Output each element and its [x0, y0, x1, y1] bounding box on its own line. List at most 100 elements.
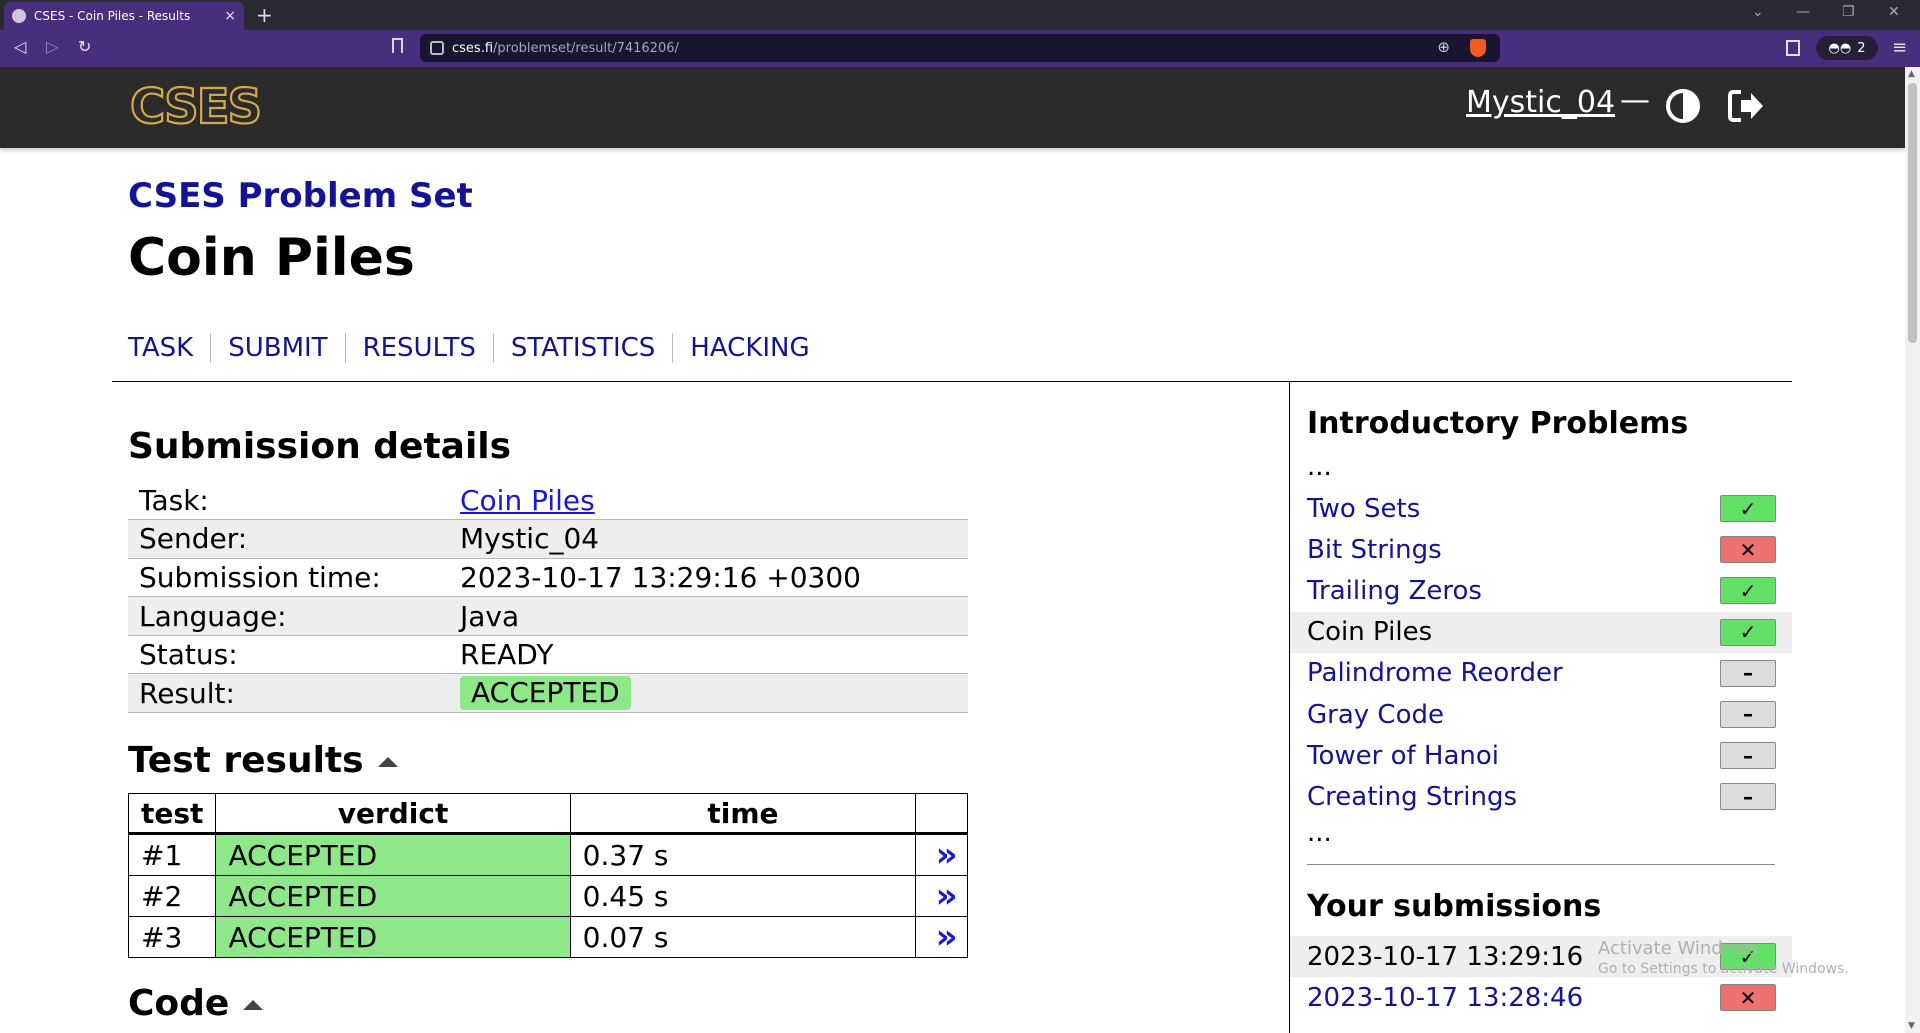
- menu-icon[interactable]: ≡: [1892, 37, 1907, 58]
- tab-task[interactable]: TASK: [128, 333, 193, 363]
- dash-icon: –: [1720, 783, 1776, 811]
- submission-item[interactable]: 2023-10-17 13:28:46 ✕: [1290, 977, 1792, 1018]
- tab-hacking[interactable]: HACKING: [690, 333, 809, 363]
- scroll-up-icon[interactable]: ▲: [1908, 69, 1915, 79]
- site-header: CSES Mystic_04 —: [0, 67, 1905, 148]
- test-results-heading[interactable]: Test results: [128, 740, 398, 781]
- problem-link[interactable]: Creating Strings: [1307, 782, 1517, 812]
- cross-icon: ✕: [1720, 536, 1776, 564]
- submission-details-heading: Submission details: [128, 426, 512, 467]
- address-bar[interactable]: cses.fi/problemset/result/7416206/ ⊕: [420, 34, 1500, 62]
- problem-item[interactable]: Bit Strings ✕: [1290, 529, 1792, 570]
- details-row-task: Task: Coin Piles: [128, 481, 968, 521]
- problem-item[interactable]: Two Sets ✓: [1290, 488, 1792, 529]
- details-key: Sender:: [128, 519, 449, 559]
- tab-submit[interactable]: SUBMIT: [228, 333, 327, 363]
- chevron-down-icon[interactable]: ⌄: [1752, 4, 1764, 20]
- details-key: Task:: [128, 481, 449, 521]
- dash-icon: –: [1720, 659, 1776, 687]
- result-badge: ACCEPTED: [460, 676, 631, 711]
- browser-tab[interactable]: CSES - Coin Piles - Results ×: [4, 2, 244, 30]
- page-scrollbar[interactable]: ▲ ▼: [1905, 67, 1920, 1033]
- code-heading-text: Code: [128, 983, 230, 1024]
- url-host: cses.fi: [452, 40, 494, 56]
- close-tab-icon[interactable]: ×: [224, 8, 236, 24]
- browser-toolbar: ◁ ▷ ↻ cses.fi/problemset/result/7416206/…: [0, 30, 1920, 67]
- problem-link[interactable]: Bit Strings: [1307, 535, 1442, 565]
- tab-results[interactable]: RESULTS: [363, 333, 476, 363]
- problem-item[interactable]: Tower of Hanoi –: [1290, 735, 1792, 776]
- restore-icon[interactable]: ❐: [1842, 4, 1855, 20]
- forward-icon[interactable]: ▷: [46, 37, 58, 56]
- sidebar-toggle-icon[interactable]: [1786, 40, 1800, 56]
- problem-item[interactable]: Trailing Zeros ✓: [1290, 570, 1792, 611]
- tab-title: CSES - Coin Piles - Results: [34, 9, 191, 23]
- tab-statistics[interactable]: STATISTICS: [511, 333, 655, 363]
- problem-link[interactable]: Palindrome Reorder: [1307, 658, 1563, 688]
- test-row: #1 ACCEPTED 0.37 s »: [127, 833, 968, 876]
- test-number: #3: [127, 916, 217, 958]
- check-icon: ✓: [1720, 618, 1776, 646]
- tab-separator: [344, 333, 346, 363]
- details-value: Mystic_04: [449, 519, 968, 559]
- tab-separator: [492, 333, 494, 363]
- collapse-caret-icon[interactable]: [243, 1000, 264, 1010]
- site-info-icon[interactable]: [430, 41, 444, 55]
- collapse-caret-icon[interactable]: [377, 757, 398, 767]
- view-test-icon[interactable]: »: [936, 835, 958, 875]
- minimize-icon[interactable]: —: [1796, 4, 1810, 20]
- header-dash: —: [1620, 83, 1650, 118]
- problem-link[interactable]: Tower of Hanoi: [1307, 741, 1499, 771]
- your-submissions-title: Your submissions: [1307, 889, 1602, 924]
- details-row-language: Language: Java: [128, 596, 968, 636]
- test-row: #2 ACCEPTED 0.45 s »: [127, 875, 968, 917]
- problem-link[interactable]: Trailing Zeros: [1307, 576, 1482, 606]
- problem-link[interactable]: Gray Code: [1307, 700, 1444, 730]
- glasses-icon: ◓◓: [1828, 40, 1852, 56]
- new-tab-button[interactable]: +: [256, 3, 273, 27]
- page-subtitle[interactable]: CSES Problem Set: [128, 176, 473, 216]
- check-icon: ✓: [1720, 495, 1776, 522]
- theme-toggle-icon[interactable]: [1665, 88, 1701, 124]
- sidebar-section-title: Introductory Problems: [1307, 406, 1689, 441]
- dash-icon: –: [1720, 700, 1776, 728]
- test-row: #3 ACCEPTED 0.07 s »: [127, 916, 968, 958]
- test-time: 0.45 s: [569, 875, 917, 917]
- back-icon[interactable]: ◁: [14, 37, 26, 56]
- zoom-icon[interactable]: ⊕: [1437, 38, 1450, 56]
- task-link[interactable]: Coin Piles: [460, 484, 595, 517]
- test-verdict: ACCEPTED: [215, 833, 571, 876]
- problem-item[interactable]: Gray Code –: [1290, 694, 1792, 735]
- details-value: 2023-10-17 13:29:16 +0300: [449, 558, 968, 598]
- sidebar-separator: [1307, 864, 1775, 865]
- bookmark-icon[interactable]: [392, 38, 403, 53]
- view-test-cell: »: [915, 833, 968, 876]
- scroll-down-icon[interactable]: ▼: [1908, 1021, 1915, 1031]
- code-heading[interactable]: Code: [128, 983, 264, 1024]
- reload-icon[interactable]: ↻: [78, 37, 91, 56]
- view-test-icon[interactable]: »: [936, 917, 958, 957]
- cses-logo[interactable]: CSES: [128, 81, 288, 131]
- details-key: Status:: [128, 635, 449, 675]
- problem-link[interactable]: Two Sets: [1307, 494, 1420, 524]
- details-row-sender: Sender: Mystic_04: [128, 519, 968, 559]
- tab-separator: [210, 333, 212, 363]
- scroll-thumb[interactable]: [1908, 83, 1917, 343]
- brave-shields-icon[interactable]: [1470, 39, 1486, 57]
- details-value: ACCEPTED: [449, 673, 968, 714]
- details-key: Result:: [128, 673, 449, 714]
- logout-icon[interactable]: [1727, 88, 1765, 124]
- problem-item[interactable]: Palindrome Reorder –: [1290, 653, 1792, 694]
- details-key: Language:: [128, 596, 449, 636]
- column-header-view: [915, 793, 968, 835]
- watermark-line1: Activate Windows: [1598, 938, 1758, 959]
- view-test-icon[interactable]: »: [936, 876, 958, 916]
- submission-link[interactable]: 2023-10-17 13:28:46: [1307, 983, 1583, 1013]
- extensions-button[interactable]: ◓◓ 2: [1816, 36, 1878, 60]
- submission-details-table: Task: Coin Piles Sender: Mystic_04 Submi…: [128, 481, 968, 714]
- details-key: Submission time:: [128, 558, 449, 598]
- window-close-icon[interactable]: ✕: [1888, 4, 1900, 20]
- username-link[interactable]: Mystic_04: [1466, 85, 1615, 120]
- problem-item[interactable]: Creating Strings –: [1290, 776, 1792, 817]
- tab-separator: [672, 333, 674, 363]
